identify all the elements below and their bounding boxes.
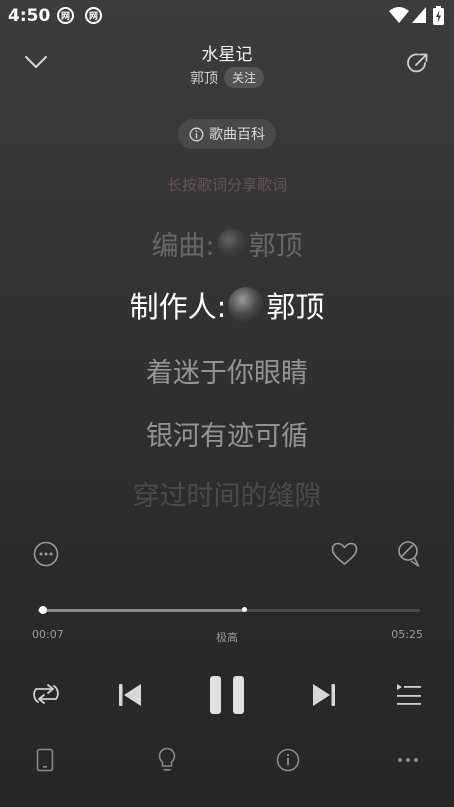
lyric-line[interactable]: 穿过时间的缝隙: [0, 478, 454, 509]
info-circle-icon[interactable]: [276, 748, 300, 772]
signal-icon: [412, 7, 426, 23]
heart-icon[interactable]: [331, 542, 358, 566]
netease-notification-icon: 网: [57, 7, 74, 24]
follow-button[interactable]: 关注: [223, 67, 264, 88]
progress-bar[interactable]: [38, 606, 420, 614]
next-track-icon[interactable]: [311, 682, 337, 708]
artist-name[interactable]: 郭顶: [190, 68, 218, 88]
wifi-icon: [389, 7, 409, 23]
repeat-icon[interactable]: [31, 681, 61, 707]
battery-icon: [433, 6, 444, 25]
lyric-share-hint: 长按歌词分享歌词: [166, 176, 287, 194]
artist-row: 郭顶 关注: [0, 67, 454, 88]
more-options-icon[interactable]: [33, 541, 59, 567]
share-icon[interactable]: [405, 50, 431, 76]
song-wiki-button[interactable]: 歌曲百科: [178, 119, 276, 149]
progress-buffered: [38, 609, 245, 612]
lyric-line[interactable]: 银河有迹可循: [0, 414, 454, 453]
lyric-credit-name: 郭顶: [266, 290, 325, 324]
pause-icon[interactable]: [208, 674, 246, 716]
playlist-icon[interactable]: [396, 683, 422, 707]
avatar: [216, 228, 247, 259]
avatar: [228, 287, 265, 323]
device-icon[interactable]: [36, 748, 54, 772]
lyric-credit-label: 制作人:: [129, 290, 227, 324]
info-icon: [189, 127, 204, 141]
song-wiki-label: 歌曲百科: [209, 127, 265, 143]
lyric-line[interactable]: 编曲: 郭顶: [0, 224, 454, 263]
progress-handle[interactable]: [38, 606, 47, 614]
song-title: 水星记: [201, 45, 253, 65]
lyric-credit-name: 郭顶: [248, 231, 303, 262]
lyric-credit-label: 编曲:: [151, 231, 215, 262]
progress-marker: [242, 607, 248, 612]
overflow-menu-icon[interactable]: [397, 757, 419, 763]
total-time: 05:25: [391, 628, 423, 641]
lyric-line[interactable]: 着迷于你眼睛: [0, 351, 454, 390]
status-time: 4:50: [8, 6, 51, 26]
previous-track-icon[interactable]: [117, 682, 143, 708]
netease-notification-icon-2: 网: [85, 7, 102, 24]
lyric-line-current[interactable]: 制作人: 郭顶: [0, 284, 454, 326]
lightbulb-icon[interactable]: [157, 747, 177, 773]
sound-quality[interactable]: 极高: [0, 629, 454, 645]
comment-search-icon[interactable]: [397, 540, 422, 568]
